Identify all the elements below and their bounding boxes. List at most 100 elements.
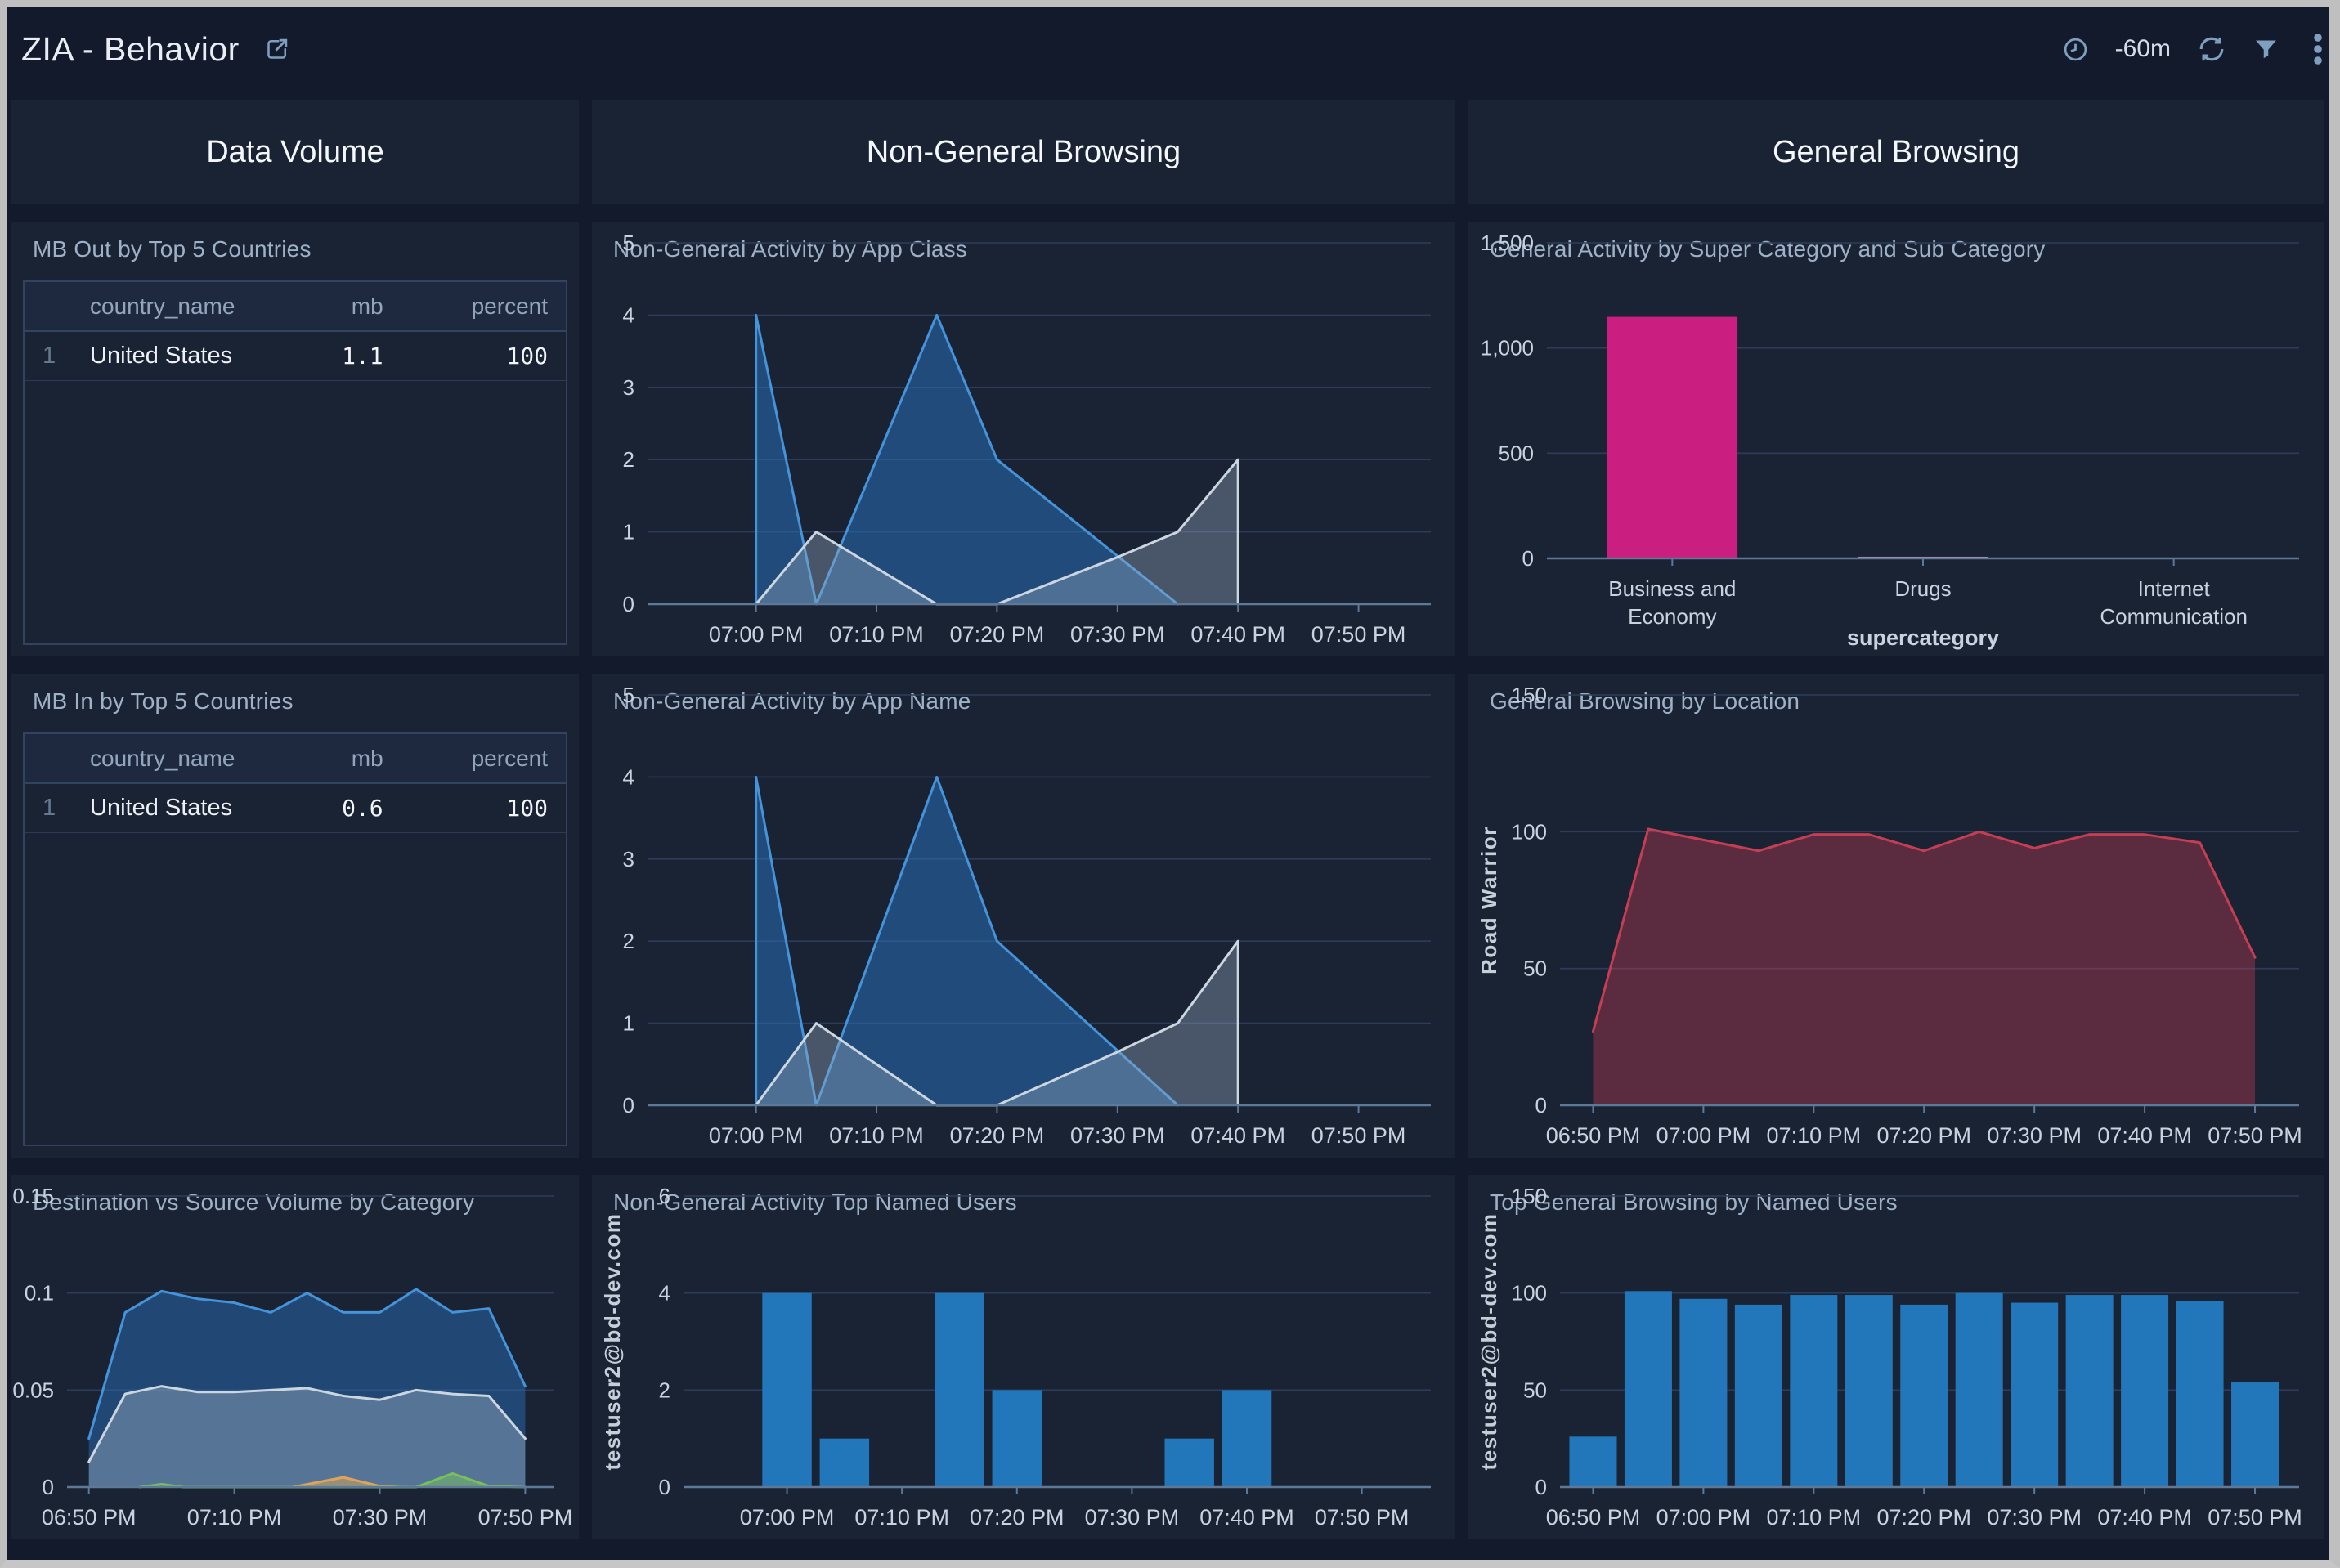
- col-header: country_name: [72, 282, 236, 331]
- svg-text:07:50 PM: 07:50 PM: [2208, 1123, 2302, 1148]
- svg-text:07:20 PM: 07:20 PM: [970, 1505, 1065, 1530]
- svg-text:07:40 PM: 07:40 PM: [2097, 1505, 2192, 1530]
- svg-text:07:10 PM: 07:10 PM: [187, 1505, 282, 1530]
- column-header-label: Non-General Browsing: [867, 135, 1181, 170]
- svg-text:0.15: 0.15: [12, 1184, 54, 1208]
- mb-in-table[interactable]: country_namembpercent1United States0.610…: [11, 721, 579, 1158]
- svg-text:07:00 PM: 07:00 PM: [709, 1123, 804, 1148]
- column-header-data-volume: Data Volume: [11, 100, 579, 204]
- svg-text:4: 4: [623, 764, 634, 789]
- dashboard-grid: Data Volume Non-General Browsing General…: [11, 100, 2324, 1539]
- svg-text:150: 150: [1512, 683, 1547, 707]
- svg-text:07:00 PM: 07:00 PM: [1656, 1123, 1751, 1148]
- col-header: percent: [401, 282, 566, 331]
- svg-text:0: 0: [1535, 1475, 1547, 1499]
- svg-text:0: 0: [1522, 546, 1534, 571]
- svg-text:07:50 PM: 07:50 PM: [2208, 1505, 2302, 1530]
- panel-title: MB In by Top 5 Countries: [33, 688, 294, 715]
- panel-general-browsing-by-location: General Browsing by Location 05010015006…: [1468, 674, 2324, 1158]
- panel-non-general-activity-by-app-class: Non-General Activity by App Class 012345…: [592, 222, 1455, 656]
- table-row[interactable]: 1United States1.1100: [25, 331, 566, 380]
- svg-text:50: 50: [1523, 1378, 1547, 1402]
- svg-text:Drugs: Drugs: [1894, 576, 1951, 601]
- col-header: mb: [236, 734, 401, 783]
- svg-text:0.1: 0.1: [25, 1281, 54, 1306]
- svg-text:100: 100: [1512, 1281, 1547, 1306]
- column-header-general-browsing: General Browsing: [1468, 100, 2324, 204]
- mb-out-table[interactable]: country_namembpercent1United States1.110…: [11, 269, 579, 656]
- page-title: ZIA - Behavior: [21, 30, 240, 69]
- location-chart[interactable]: 0 50 100 150 06:50 PM 07:00 PM 07:10 PM 07:20 P…: [1468, 674, 2324, 1158]
- svg-text:5: 5: [623, 231, 634, 255]
- svg-text:07:20 PM: 07:20 PM: [1876, 1123, 1971, 1148]
- svg-text:0: 0: [1535, 1093, 1547, 1118]
- svg-text:07:20 PM: 07:20 PM: [1876, 1505, 1971, 1530]
- svg-text:1: 1: [623, 1011, 634, 1036]
- svg-text:07:10 PM: 07:10 PM: [829, 622, 924, 647]
- svg-text:07:00 PM: 07:00 PM: [1656, 1505, 1751, 1530]
- svg-text:50: 50: [1523, 956, 1547, 981]
- kebab-menu-icon[interactable]: [2306, 29, 2330, 69]
- svg-text:3: 3: [623, 847, 634, 871]
- svg-text:07:30 PM: 07:30 PM: [1085, 1505, 1180, 1530]
- svg-text:500: 500: [1499, 441, 1534, 465]
- svg-text:0: 0: [623, 1093, 634, 1118]
- svg-text:1,000: 1,000: [1481, 336, 1534, 361]
- svg-text:07:30 PM: 07:30 PM: [1070, 622, 1165, 647]
- dest-src-chart[interactable]: 00.050.10.1506:50 PM07:10 PM07:30 PM07:5…: [11, 1175, 579, 1539]
- panel-title: MB Out by Top 5 Countries: [33, 236, 312, 262]
- supercategory-chart[interactable]: Business andEconomyDrugsInternetCommunic…: [1468, 222, 2324, 656]
- svg-text:1: 1: [623, 520, 634, 544]
- svg-text:Road Warrior: Road Warrior: [1477, 826, 1501, 974]
- svg-text:07:10 PM: 07:10 PM: [1767, 1123, 1862, 1148]
- svg-text:07:50 PM: 07:50 PM: [478, 1505, 573, 1530]
- svg-text:06:50 PM: 06:50 PM: [1546, 1123, 1641, 1148]
- nongen-users-chart[interactable]: 024607:00 PM07:10 PM07:20 PM07:30 PM07:4…: [592, 1175, 1455, 1539]
- svg-text:07:30 PM: 07:30 PM: [1987, 1505, 2082, 1530]
- table-row[interactable]: 1United States0.6100: [25, 783, 566, 832]
- svg-text:2: 2: [623, 447, 634, 472]
- column-header-label: General Browsing: [1773, 135, 2019, 170]
- svg-text:2: 2: [623, 929, 634, 953]
- panel-mb-in-by-top-5-countries: MB In by Top 5 Countries country_namembp…: [11, 674, 579, 1158]
- svg-text:07:50 PM: 07:50 PM: [1311, 622, 1406, 647]
- svg-text:07:10 PM: 07:10 PM: [829, 1123, 924, 1148]
- svg-text:07:10 PM: 07:10 PM: [854, 1505, 949, 1530]
- svg-text:07:40 PM: 07:40 PM: [1190, 1123, 1285, 1148]
- panel-non-general-activity-by-app-name: Non-General Activity by App Name 0123450…: [592, 674, 1455, 1158]
- topbar: ZIA - Behavior -60m: [7, 7, 2329, 92]
- svg-text:07:30 PM: 07:30 PM: [1070, 1123, 1165, 1148]
- app-name-chart[interactable]: 01234507:00 PM07:10 PM07:20 PM07:30 PM07…: [592, 674, 1455, 1158]
- app-class-chart[interactable]: 01234507:00 PM07:10 PM07:20 PM07:30 PM07…: [592, 222, 1455, 656]
- svg-text:0: 0: [623, 592, 634, 616]
- refresh-icon[interactable]: [2197, 34, 2226, 64]
- filter-icon[interactable]: [2253, 36, 2279, 63]
- svg-text:07:10 PM: 07:10 PM: [1767, 1505, 1862, 1530]
- svg-text:07:40 PM: 07:40 PM: [1199, 1505, 1294, 1530]
- svg-text:4: 4: [659, 1281, 670, 1306]
- svg-text:supercategory: supercategory: [1847, 625, 1999, 650]
- col-header: percent: [401, 734, 566, 783]
- svg-text:07:50 PM: 07:50 PM: [1311, 1123, 1406, 1148]
- svg-text:07:30 PM: 07:30 PM: [333, 1505, 428, 1530]
- svg-text:Business and: Business and: [1608, 576, 1736, 601]
- svg-text:07:50 PM: 07:50 PM: [1315, 1505, 1410, 1530]
- svg-text:07:40 PM: 07:40 PM: [2097, 1123, 2192, 1148]
- panel-destination-vs-source-volume: Destination vs Source Volume by Category…: [11, 1175, 579, 1539]
- svg-text:4: 4: [623, 302, 634, 327]
- countries-table-box: country_namembpercent1United States1.110…: [23, 280, 567, 645]
- topgen-users-chart[interactable]: 05010015006:50 PM07:00 PM07:10 PM07:20 P…: [1468, 1175, 2324, 1539]
- countries-table-box: country_namembpercent1United States0.610…: [23, 732, 567, 1146]
- svg-text:06:50 PM: 06:50 PM: [1546, 1505, 1641, 1530]
- svg-text:07:00 PM: 07:00 PM: [740, 1505, 835, 1530]
- time-range-value[interactable]: -60m: [2115, 35, 2171, 63]
- share-icon[interactable]: [262, 34, 292, 64]
- clock-icon[interactable]: [2062, 36, 2089, 63]
- svg-text:100: 100: [1512, 819, 1547, 844]
- svg-text:0.05: 0.05: [12, 1378, 54, 1402]
- panel-non-general-activity-top-named-users: Non-General Activity Top Named Users 024…: [592, 1175, 1455, 1539]
- dashboard-root: ZIA - Behavior -60m: [0, 0, 2340, 1568]
- col-header: country_name: [72, 734, 236, 783]
- svg-text:Internet: Internet: [2138, 576, 2211, 601]
- svg-text:07:00 PM: 07:00 PM: [709, 622, 804, 647]
